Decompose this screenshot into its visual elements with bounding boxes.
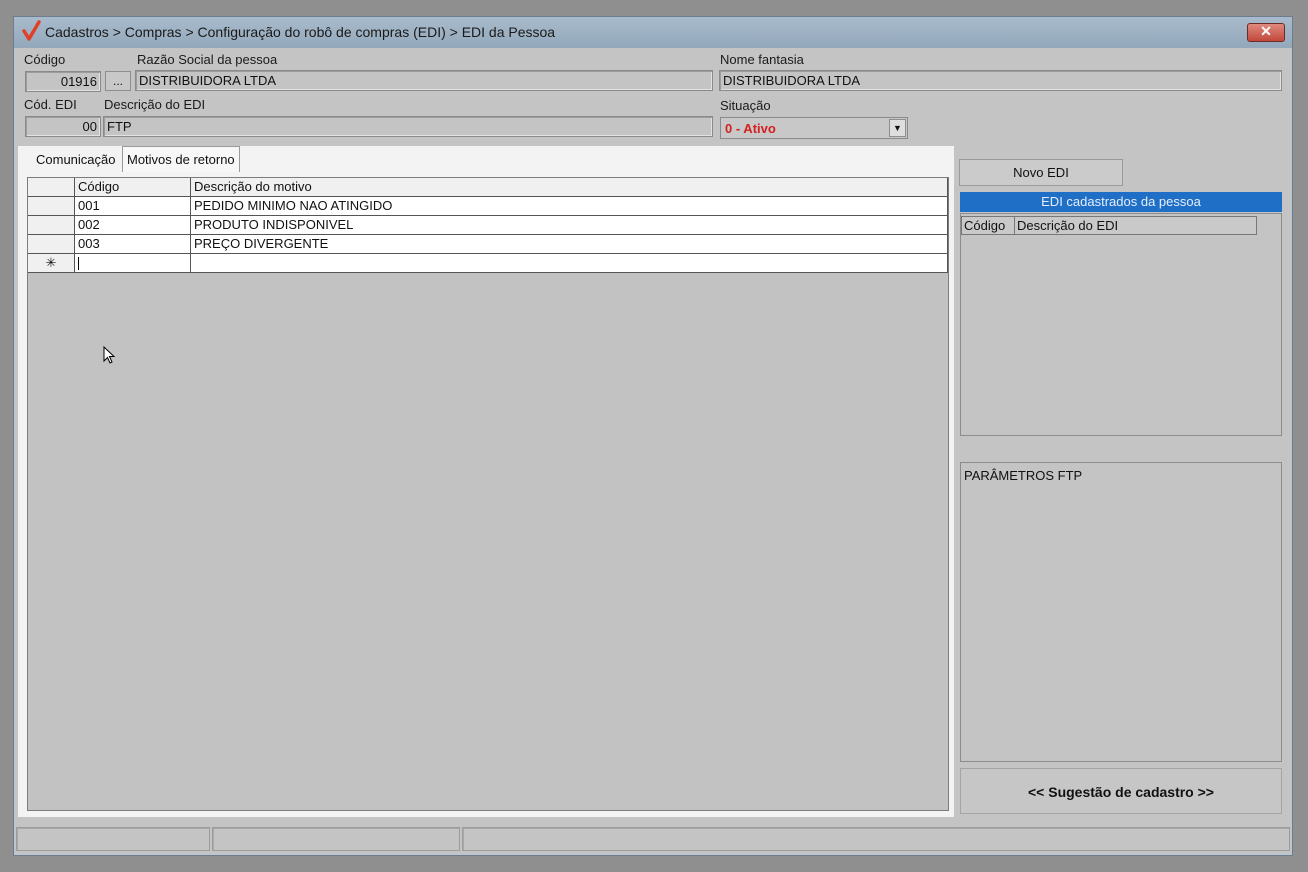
new-row[interactable]: ✳ <box>28 254 948 273</box>
tab-panel: Comunicação Motivos de retorno Código De… <box>18 146 954 817</box>
parametros-ftp-text: PARÂMETROS FTP <box>964 468 1083 483</box>
edi-pessoa-window: Cadastros > Compras > Configuração do ro… <box>13 16 1293 856</box>
grid-header-row: Código Descrição do motivo <box>28 178 948 197</box>
cod-edi-field[interactable]: 00 <box>25 116 101 137</box>
status-panel-2 <box>212 827 460 851</box>
mouse-pointer-icon <box>103 346 116 364</box>
column-header-descricao[interactable]: Descrição do motivo <box>191 178 948 197</box>
row-indicator[interactable] <box>28 197 75 216</box>
window-title: Cadastros > Compras > Configuração do ro… <box>45 24 556 40</box>
tab-comunicacao[interactable]: Comunicação <box>32 147 120 171</box>
edi-column-descricao[interactable]: Descrição do EDI <box>1015 216 1257 235</box>
situacao-value: 0 - Ativo <box>725 121 776 136</box>
cell-descricao[interactable]: PREÇO DIVERGENTE <box>191 235 948 254</box>
cell-codigo[interactable]: 002 <box>75 216 191 235</box>
row-indicator[interactable] <box>28 235 75 254</box>
motivos-grid: Código Descrição do motivo 001 PEDIDO MI… <box>27 177 949 811</box>
table-row[interactable]: 001 PEDIDO MINIMO NAO ATINGIDO <box>28 197 948 216</box>
situacao-label: Situação <box>720 98 771 113</box>
cod-edi-label: Cód. EDI <box>24 97 77 112</box>
new-codigo-input[interactable] <box>75 254 191 273</box>
tab-motivos-retorno[interactable]: Motivos de retorno <box>122 146 240 172</box>
new-descricao-input[interactable] <box>191 254 948 273</box>
title-bar: Cadastros > Compras > Configuração do ro… <box>14 17 1292 48</box>
checkmark-app-icon <box>22 20 41 41</box>
close-button[interactable]: ✕ <box>1247 23 1285 42</box>
cell-codigo[interactable]: 001 <box>75 197 191 216</box>
nome-fantasia-field[interactable]: DISTRIBUIDORA LTDA <box>719 70 1282 91</box>
sugestao-cadastro-button[interactable]: << Sugestão de cadastro >> <box>960 768 1282 814</box>
column-header-codigo[interactable]: Código <box>75 178 191 197</box>
lookup-button[interactable]: ... <box>105 71 131 91</box>
cell-descricao[interactable]: PEDIDO MINIMO NAO ATINGIDO <box>191 197 948 216</box>
edi-list-title: EDI cadastrados da pessoa <box>960 192 1282 212</box>
cell-codigo[interactable]: 003 <box>75 235 191 254</box>
status-bar <box>16 827 1290 851</box>
parametros-ftp-box[interactable]: PARÂMETROS FTP <box>960 462 1282 762</box>
situacao-select[interactable]: 0 - Ativo ▼ <box>720 117 908 139</box>
cell-descricao[interactable]: PRODUTO INDISPONIVEL <box>191 216 948 235</box>
table-row[interactable]: 002 PRODUTO INDISPONIVEL <box>28 216 948 235</box>
status-panel-3 <box>462 827 1290 851</box>
razao-social-field[interactable]: DISTRIBUIDORA LTDA <box>135 70 713 91</box>
codigo-field[interactable]: 01916 <box>25 71 101 92</box>
table-row[interactable]: 003 PREÇO DIVERGENTE <box>28 235 948 254</box>
descricao-edi-label: Descrição do EDI <box>104 97 206 112</box>
row-indicator-header <box>28 178 75 197</box>
razao-social-label: Razão Social da pessoa <box>137 52 278 67</box>
edi-column-codigo[interactable]: Código <box>961 216 1015 235</box>
row-indicator[interactable] <box>28 216 75 235</box>
edi-list[interactable]: Código Descrição do EDI <box>960 213 1282 436</box>
status-panel-1 <box>16 827 210 851</box>
new-row-asterisk-icon: ✳ <box>28 254 75 273</box>
nome-fantasia-label: Nome fantasia <box>720 52 804 67</box>
dropdown-arrow-icon[interactable]: ▼ <box>889 119 906 137</box>
codigo-label: Código <box>24 52 66 67</box>
novo-edi-button[interactable]: Novo EDI <box>959 159 1123 186</box>
close-icon: ✕ <box>1260 23 1272 39</box>
descricao-edi-field[interactable]: FTP <box>103 116 713 137</box>
